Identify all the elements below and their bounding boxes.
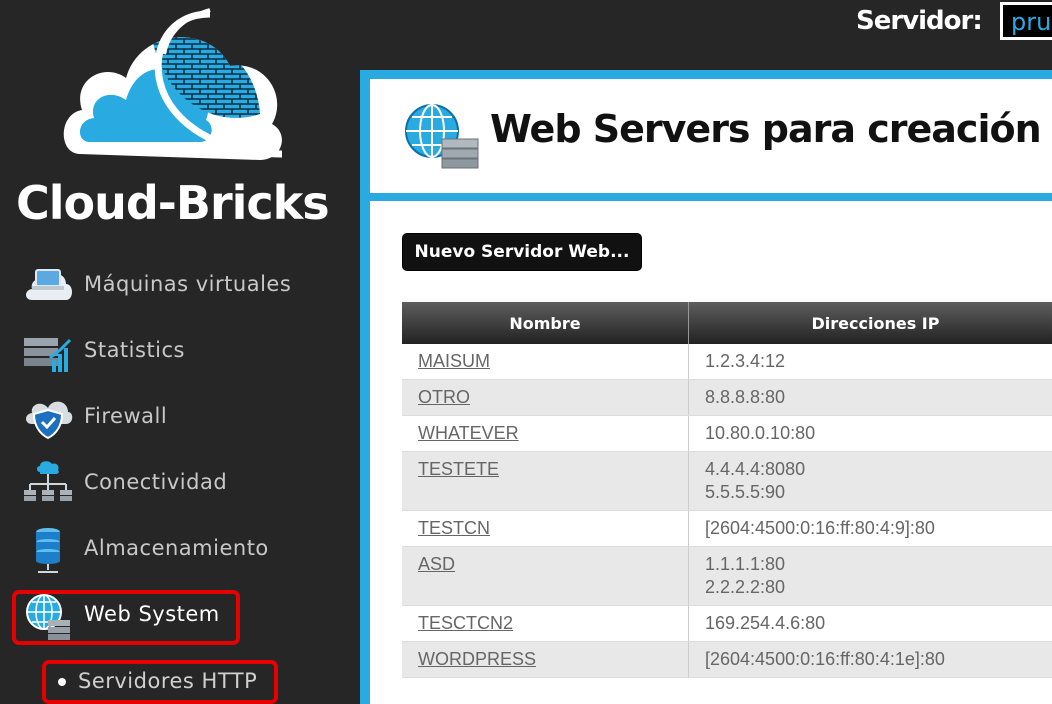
table-row: TESCTCN2 169.254.4.6:80 xyxy=(402,605,1052,642)
firewall-shield-icon xyxy=(26,401,73,440)
column-header-name[interactable]: Nombre xyxy=(402,302,689,344)
sidebar-item-firewall[interactable]: Firewall xyxy=(20,390,340,446)
main-panel: Web Servers para creación de Virt Nuevo … xyxy=(360,70,1052,704)
table-cell-ips: 8.8.8.8:80 xyxy=(688,379,1052,416)
sidebar-subitem-servidores-http[interactable]: Servidores HTTP xyxy=(42,660,278,704)
sidebar-item-label: Firewall xyxy=(84,404,168,428)
server-name-link[interactable]: TESCTCN2 xyxy=(418,613,513,633)
ip-address: 10.80.0.10:80 xyxy=(705,423,816,443)
ip-address: 5.5.5.5:90 xyxy=(705,482,786,502)
server-name-link[interactable]: TESTETE xyxy=(418,459,499,479)
table-row: OTRO 8.8.8.8:80 xyxy=(402,379,1052,416)
table-row: TESTCN [2604:4500:0:16:ff:80:4:9]:80 xyxy=(402,510,1052,547)
table-cell-name: TESTCN xyxy=(402,510,689,547)
server-name-link[interactable]: TESTCN xyxy=(418,518,490,538)
column-header-ips[interactable]: Direcciones IP xyxy=(688,302,1052,344)
ip-address: 169.254.4.6:80 xyxy=(705,613,826,633)
globe-server-icon xyxy=(405,104,479,169)
statistics-icon xyxy=(24,338,72,372)
sidebar-item-web-system[interactable]: Web System xyxy=(20,588,340,644)
vm-cloud-icon xyxy=(26,269,72,300)
page-title: Web Servers para creación de Virt xyxy=(490,107,1052,151)
table-row: WHATEVER 10.80.0.10:80 xyxy=(402,415,1052,452)
sidebar-item-label: Web System xyxy=(84,602,220,626)
ip-address: [2604:4500:0:16:ff:80:4:1e]:80 xyxy=(705,649,945,669)
content-area: Nuevo Servidor Web... Nombre Direcciones… xyxy=(370,201,1052,704)
sidebar-item-label: Statistics xyxy=(84,338,185,362)
bullet-icon xyxy=(58,678,66,686)
server-name-link[interactable]: WHATEVER xyxy=(418,423,519,443)
table-cell-name: WORDPRESS xyxy=(402,641,689,678)
table-row: TESTETE 4.4.4.4:8080 5.5.5.5:90 xyxy=(402,451,1052,511)
table-cell-ips: 1.2.3.4:12 xyxy=(688,344,1052,380)
table-row: MAISUM 1.2.3.4:12 xyxy=(402,344,1052,380)
server-name-link[interactable]: MAISUM xyxy=(418,351,490,371)
globe-server-icon xyxy=(26,594,70,640)
server-name-link[interactable]: ASD xyxy=(418,554,455,574)
table-cell-ips: 169.254.4.6:80 xyxy=(688,605,1052,642)
table-cell-name: MAISUM xyxy=(402,344,689,380)
ip-address: 1.2.3.4:12 xyxy=(705,351,786,371)
sidebar-subitem-label: Servidores HTTP xyxy=(78,669,258,693)
table-row: WORDPRESS [2604:4500:0:16:ff:80:4:1e]:80 xyxy=(402,641,1052,678)
network-icon xyxy=(24,461,72,501)
database-icon xyxy=(36,528,60,573)
sidebar-item-maquinas-virtuales[interactable]: Máquinas virtuales xyxy=(20,258,340,314)
table-cell-ips: [2604:4500:0:16:ff:80:4:9]:80 xyxy=(688,510,1052,547)
table-cell-ips: 10.80.0.10:80 xyxy=(688,415,1052,452)
table-row: ASD 1.1.1.1:80 2.2.2.2:80 xyxy=(402,546,1052,606)
ip-address: [2604:4500:0:16:ff:80:4:9]:80 xyxy=(705,518,935,538)
sidebar-item-almacenamiento[interactable]: Almacenamiento xyxy=(20,522,340,578)
ip-address: 4.4.4.4:8080 xyxy=(705,459,806,479)
page-header: Web Servers para creación de Virt xyxy=(370,79,1052,193)
server-name-link[interactable]: WORDPRESS xyxy=(418,649,536,669)
table-cell-ips: 1.1.1.1:80 2.2.2.2:80 xyxy=(688,546,1052,606)
sidebar-item-label: Conectividad xyxy=(84,470,228,494)
server-label: Servidor: xyxy=(856,6,983,36)
sidebar-item-label: Máquinas virtuales xyxy=(84,272,292,296)
table-cell-name: ASD xyxy=(402,546,689,606)
table-cell-ips: 4.4.4.4:8080 5.5.5.5:90 xyxy=(688,451,1052,511)
sidebar: Cloud-Bricks Máquinas virtuales Statisti… xyxy=(0,0,360,704)
brand-name: Cloud-Bricks xyxy=(16,176,330,230)
cloud-bricks-logo xyxy=(63,8,283,160)
web-servers-table: Nombre Direcciones IP MAISUM 1.2.3.4:12 OT… xyxy=(402,302,1052,678)
new-web-server-button[interactable]: Nuevo Servidor Web... xyxy=(402,233,642,271)
table-cell-ips: [2604:4500:0:16:ff:80:4:1e]:80 xyxy=(688,641,1052,678)
sidebar-item-statistics[interactable]: Statistics xyxy=(20,324,340,380)
table-cell-name: TESCTCN2 xyxy=(402,605,689,642)
sidebar-item-label: Almacenamiento xyxy=(84,536,269,560)
ip-address: 1.1.1.1:80 xyxy=(705,554,786,574)
server-selector[interactable]: pru xyxy=(1000,2,1052,40)
sidebar-item-conectividad[interactable]: Conectividad xyxy=(20,456,340,512)
table-cell-name: WHATEVER xyxy=(402,415,689,452)
server-name-link[interactable]: OTRO xyxy=(418,387,470,407)
ip-address: 2.2.2.2:80 xyxy=(705,577,786,597)
table-cell-name: TESTETE xyxy=(402,451,689,511)
ip-address: 8.8.8.8:80 xyxy=(705,387,786,407)
table-cell-name: OTRO xyxy=(402,379,689,416)
